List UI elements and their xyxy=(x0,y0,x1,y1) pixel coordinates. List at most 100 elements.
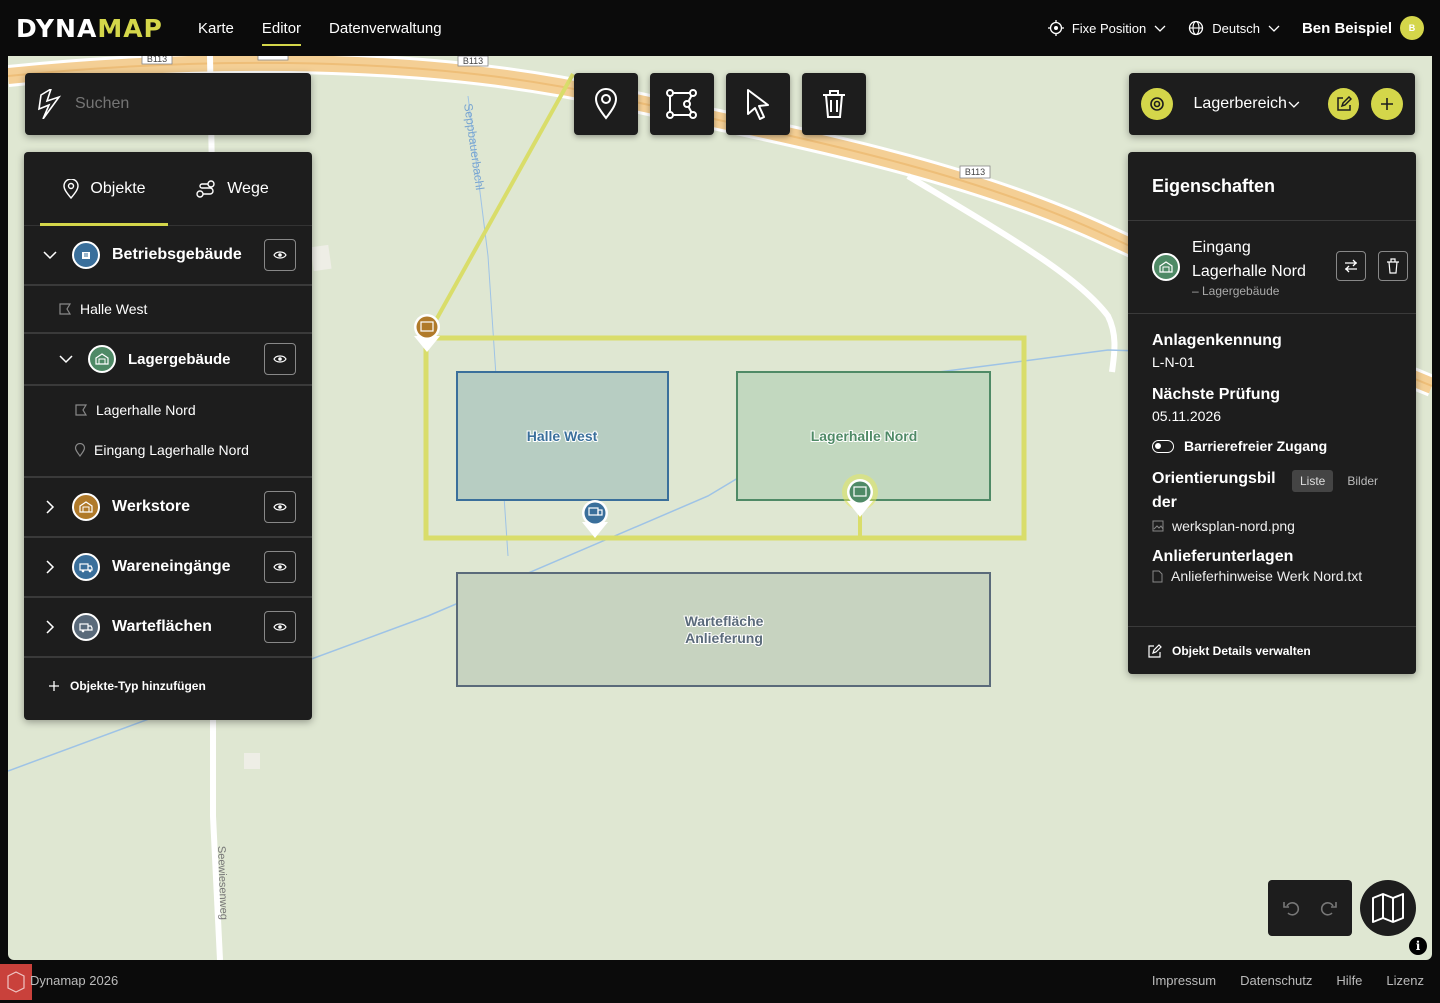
list-item[interactable]: Eingang Lagerhalle Nord xyxy=(24,430,312,470)
chevron-down-icon[interactable] xyxy=(58,351,74,367)
swap-button[interactable] xyxy=(1336,251,1366,281)
list-item[interactable]: Halle West xyxy=(24,286,312,334)
betriebsgebaeude-icon xyxy=(72,241,100,269)
logo-part1: DYNA xyxy=(16,14,98,43)
map-layers-button[interactable] xyxy=(1360,880,1416,936)
object-details-label: Objekt Details verwalten xyxy=(1172,643,1311,658)
footer-link-lizenz[interactable]: Lizenz xyxy=(1386,973,1424,988)
view-images-button[interactable]: Bilder xyxy=(1339,470,1386,492)
info-icon[interactable]: i xyxy=(1409,937,1427,955)
polygon-icon xyxy=(75,404,88,416)
visibility-toggle[interactable] xyxy=(264,611,296,643)
user-menu[interactable]: Ben Beispiel B xyxy=(1302,16,1424,40)
eye-icon xyxy=(273,355,287,363)
street-label-seppbauerbachl: Seppbauerbachl xyxy=(461,102,487,191)
group-werkstore[interactable]: Werkstore xyxy=(24,478,312,538)
footer-link-hilfe[interactable]: Hilfe xyxy=(1336,973,1362,988)
list-item[interactable]: Lagerhalle Nord xyxy=(24,390,312,430)
nav-karte[interactable]: Karte xyxy=(198,0,234,56)
add-object-type-button[interactable]: Objekte-Typ hinzufügen xyxy=(24,658,312,714)
area-dropdown[interactable]: Lagerbereich xyxy=(1194,95,1289,113)
chevron-down-icon[interactable] xyxy=(1288,98,1300,110)
dynamap-logo[interactable]: DYNAMAP xyxy=(16,14,163,43)
attachment-image[interactable]: werksplan-nord.png xyxy=(1152,518,1392,534)
attachment-text-name: Anlieferhinweise Werk Nord.txt xyxy=(1171,568,1363,584)
edit-icon xyxy=(1148,643,1162,658)
properties-title: Eigenschaften xyxy=(1128,152,1416,221)
trash-icon xyxy=(823,90,845,118)
group-lagergebaeude[interactable]: Lagergebäude xyxy=(24,334,312,386)
map-icon xyxy=(1372,893,1404,923)
group-label: Wareneingänge xyxy=(112,558,231,575)
marker-werkstor[interactable] xyxy=(414,314,440,352)
app-badge-icon[interactable] xyxy=(0,964,32,1000)
target-icon[interactable] xyxy=(1141,88,1173,120)
marker-wareneingang[interactable] xyxy=(582,500,608,538)
nav-editor[interactable]: Editor xyxy=(261,0,302,56)
chevron-down-icon[interactable] xyxy=(42,247,58,263)
orient-label-1: Orientierungsbil xyxy=(1152,470,1276,487)
delete-object-button[interactable] xyxy=(1378,251,1408,281)
object-details-button[interactable]: Objekt Details verwalten xyxy=(1128,626,1416,674)
group-warteflaechen[interactable]: Warteflächen xyxy=(24,598,312,658)
select-tool-button[interactable] xyxy=(726,73,790,135)
field-value-pruefung: 05.11.2026 xyxy=(1152,408,1222,424)
footer: Dynamap 2026 Impressum Datenschutz Hilfe… xyxy=(0,960,1440,1000)
redo-icon[interactable] xyxy=(1318,898,1338,918)
tab-wege[interactable]: Wege xyxy=(168,152,296,226)
swap-icon xyxy=(1345,259,1357,273)
object-name-block: Eingang Lagerhalle Nord – Lagergebäude xyxy=(1192,236,1306,298)
group-betriebsgebaeude[interactable]: Betriebsgebäude xyxy=(24,226,312,286)
chevron-right-icon[interactable] xyxy=(42,619,58,635)
object-name-line1: Eingang xyxy=(1192,239,1251,256)
visibility-toggle[interactable] xyxy=(264,551,296,583)
undo-icon[interactable] xyxy=(1282,898,1302,918)
road-label-b113-3: B113 xyxy=(457,56,489,67)
logo-part2: MAP xyxy=(97,14,163,43)
orient-label-2: der xyxy=(1152,494,1177,511)
polygon-tool-button[interactable] xyxy=(650,73,714,135)
item-label: Eingang Lagerhalle Nord xyxy=(94,442,249,458)
delete-tool-button[interactable] xyxy=(802,73,866,135)
language-dropdown[interactable]: Deutsch xyxy=(1188,20,1280,36)
group-label: Lagergebäude xyxy=(128,350,231,368)
marker-tool-button[interactable] xyxy=(574,73,638,135)
field-label-anlagenkennung: Anlagenkennung xyxy=(1152,332,1282,349)
group-label: Warteflächen xyxy=(112,618,212,635)
edit-area-button[interactable] xyxy=(1327,88,1360,120)
nav-datenverwaltung[interactable]: Datenverwaltung xyxy=(329,0,442,56)
map-label-halle-west: Halle West xyxy=(527,428,598,444)
visibility-toggle[interactable] xyxy=(264,343,296,375)
visibility-toggle[interactable] xyxy=(264,239,296,271)
visibility-toggle[interactable] xyxy=(264,491,296,523)
map-pin-icon xyxy=(74,443,86,457)
polygon-tool-icon xyxy=(666,89,697,119)
marker-eingang-lagerhalle-nord[interactable] xyxy=(842,474,878,517)
view-list-button[interactable]: Liste xyxy=(1292,470,1334,492)
road-label-b113-4: B113 xyxy=(959,165,991,179)
chevron-right-icon[interactable] xyxy=(42,559,58,575)
search-bar[interactable] xyxy=(25,73,311,135)
tab-objekte[interactable]: Objekte xyxy=(40,152,168,226)
attachment-text[interactable]: Anlieferhinweise Werk Nord.txt xyxy=(1152,568,1392,584)
avatar: B xyxy=(1400,16,1424,40)
field-label-anlieferunterlagen: Anlieferunterlagen xyxy=(1152,548,1294,565)
group-wareneingaenge[interactable]: Wareneingänge xyxy=(24,538,312,598)
eye-icon xyxy=(273,623,287,631)
search-input[interactable] xyxy=(75,95,295,113)
road-label-b113-1: B113 xyxy=(141,56,173,65)
position-dropdown[interactable]: Fixe Position xyxy=(1047,20,1166,36)
add-object-type-label: Objekte-Typ hinzufügen xyxy=(70,679,206,693)
plus-icon xyxy=(49,681,59,691)
properties-fields: Anlagenkennung L-N-01 Nächste Prüfung 05… xyxy=(1128,314,1416,584)
footer-link-datenschutz[interactable]: Datenschutz xyxy=(1240,973,1312,988)
chevron-right-icon[interactable] xyxy=(42,499,58,515)
footer-link-impressum[interactable]: Impressum xyxy=(1152,973,1216,988)
barrierefrei-toggle[interactable] xyxy=(1152,439,1174,453)
cursor-icon xyxy=(747,89,769,120)
item-label: Lagerhalle Nord xyxy=(96,402,196,418)
field-label-pruefung: Nächste Prüfung xyxy=(1152,386,1281,403)
globe-icon xyxy=(1189,20,1204,36)
truck-icon xyxy=(72,553,100,581)
add-area-button[interactable] xyxy=(1371,88,1404,120)
